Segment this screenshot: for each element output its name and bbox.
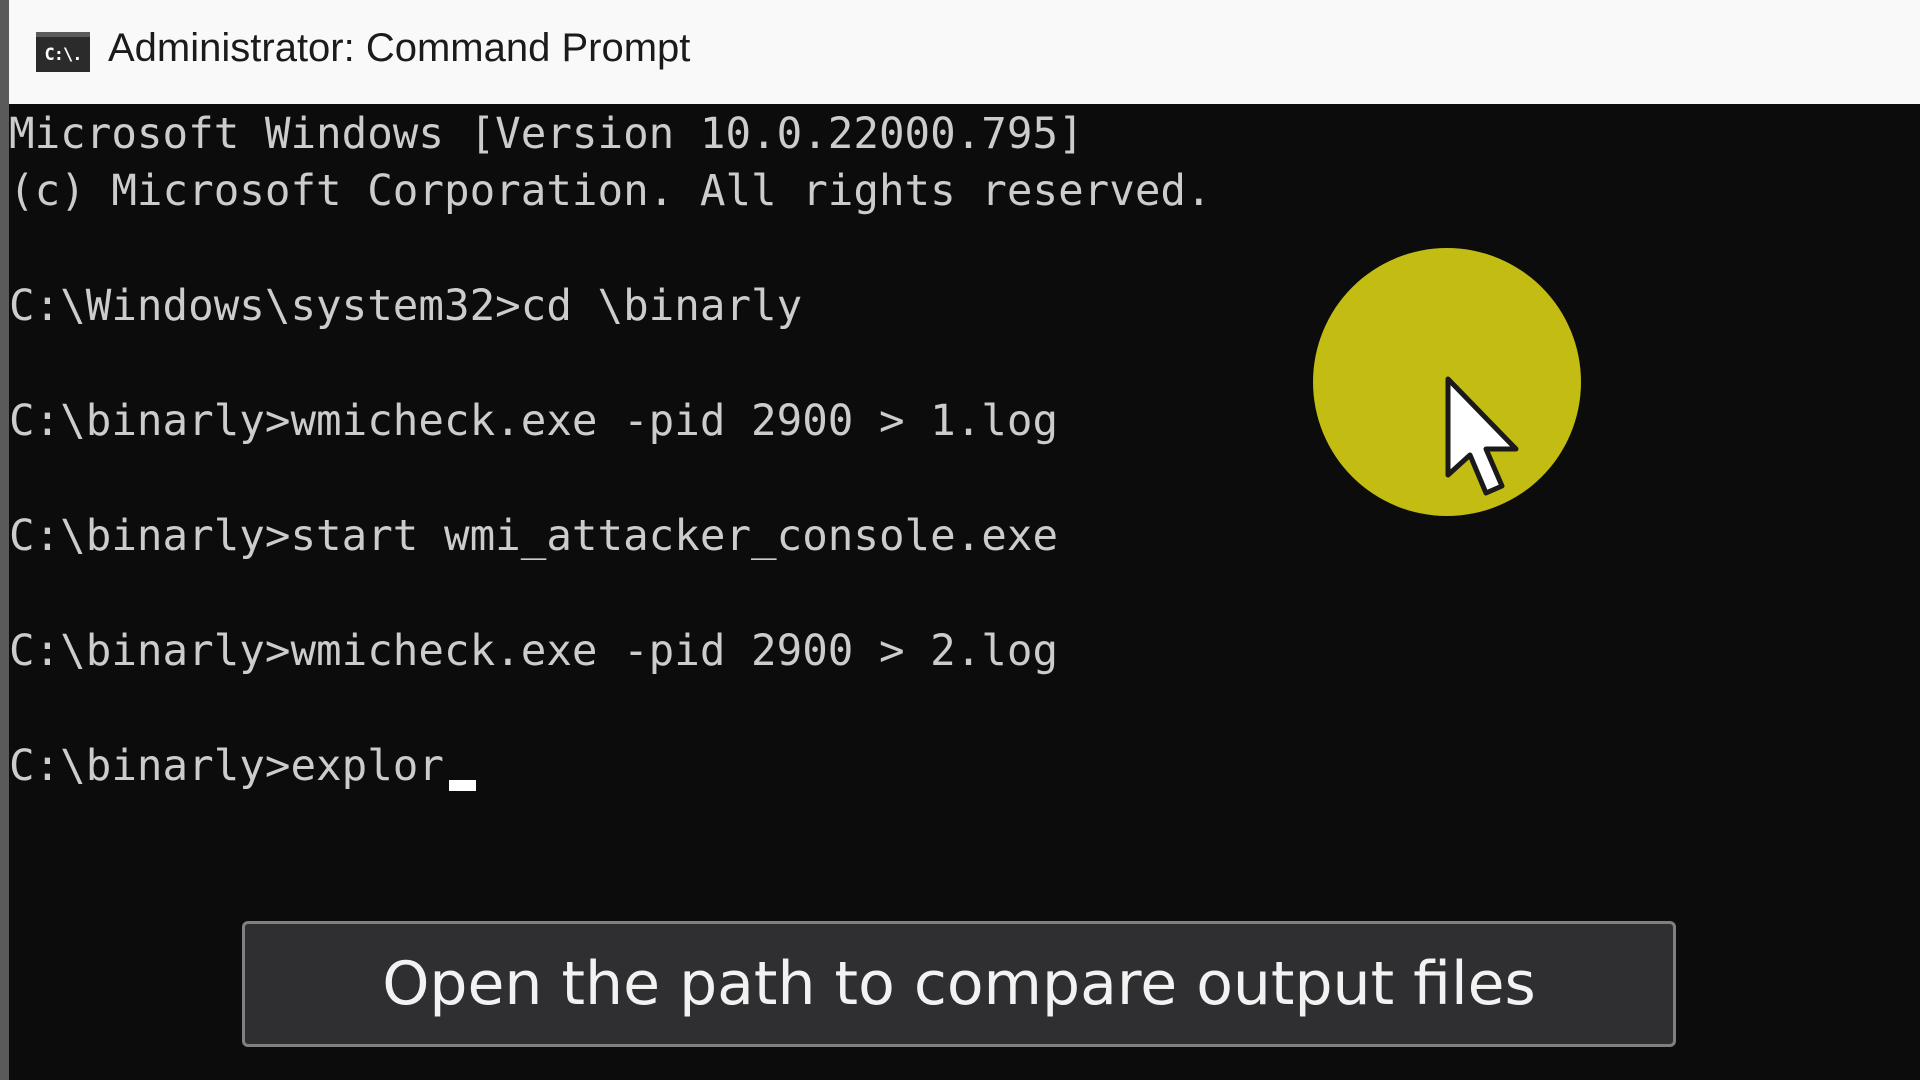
console-line-version: Microsoft Windows [Version 10.0.22000.79…: [9, 110, 1084, 159]
console-line-wmicheck-2: C:\binarly>wmicheck.exe -pid 2900 > 2.lo…: [9, 627, 1059, 676]
console-line-start-command: C:\binarly>start wmi_attacker_console.ex…: [9, 512, 1059, 561]
caption-banner: Open the path to compare output files: [242, 921, 1676, 1047]
title-bar[interactable]: C:\. Administrator: Command Prompt: [9, 0, 1920, 104]
caption-text: Open the path to compare output files: [382, 949, 1536, 1019]
text-cursor: [449, 780, 476, 791]
console-line-copyright: (c) Microsoft Corporation. All rights re…: [9, 167, 1212, 216]
console-line-wmicheck-1: C:\binarly>wmicheck.exe -pid 2900 > 1.lo…: [9, 397, 1059, 446]
console-line-cd-command: C:\Windows\system32>cd \binarly: [9, 282, 803, 331]
window-title: Administrator: Command Prompt: [108, 26, 691, 70]
window-left-border: [0, 0, 9, 1080]
command-prompt-window: C:\. Administrator: Command Prompt Micro…: [0, 0, 1920, 1080]
console-line-current-input[interactable]: C:\binarly>explor: [9, 745, 444, 789]
cmd-icon: C:\.: [36, 32, 90, 72]
mouse-pointer-icon: [1445, 376, 1519, 496]
cmd-icon-text: C:\.: [44, 44, 83, 65]
